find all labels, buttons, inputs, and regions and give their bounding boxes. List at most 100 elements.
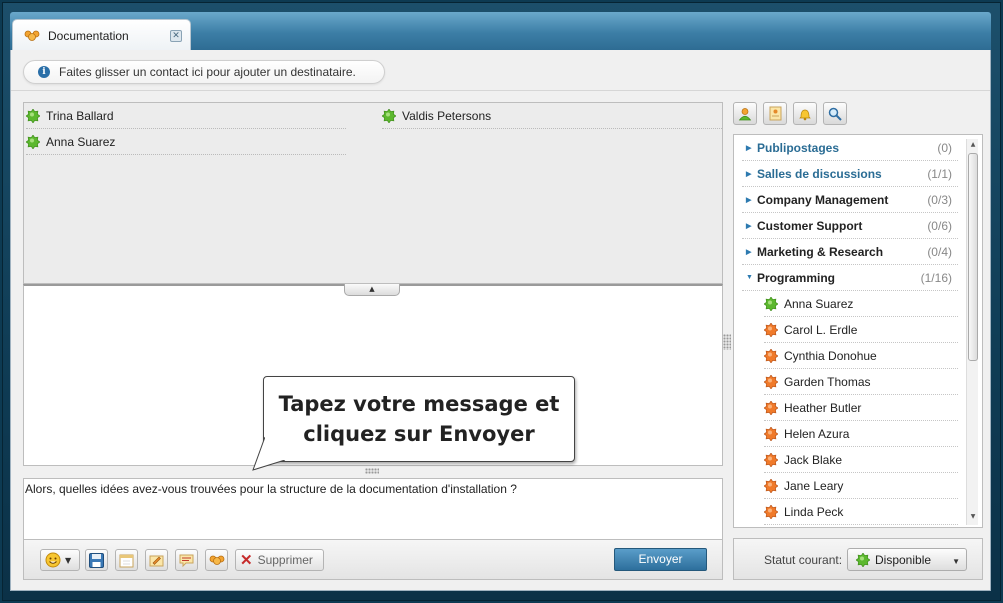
group-chat-icon (24, 30, 40, 41)
search-icon (828, 107, 842, 121)
tab-documentation[interactable]: Documentation ✕ (12, 19, 191, 51)
scrollbar[interactable]: ▲ ▼ (966, 139, 978, 525)
recipient-name: Anna Suarez (46, 134, 116, 149)
group-name: Customer Support (757, 218, 863, 233)
chevron-right-icon: ▶ (746, 248, 752, 256)
message-input[interactable]: Alors, quelles idées avez-vous trouvées … (23, 478, 723, 540)
status-select[interactable]: Disponible ▼ (847, 548, 967, 571)
group-count: (0/3) (927, 192, 952, 207)
delete-x-icon: ✕ (240, 552, 253, 569)
search-button[interactable] (823, 102, 847, 125)
group-item[interactable]: ▶ Salles de discussions (1/1) (742, 161, 958, 187)
contact-name: Helen Azura (784, 426, 850, 441)
contact-item[interactable]: Cynthia Donohue (764, 343, 958, 369)
contact-item[interactable]: Jane Leary (764, 473, 958, 499)
calendar-button[interactable] (115, 549, 138, 571)
contact-name: Cynthia Donohue (784, 348, 877, 363)
speech-bubble-icon (179, 554, 194, 567)
contact-item[interactable]: Jack Blake (764, 447, 958, 473)
close-icon[interactable]: ✕ (170, 30, 182, 42)
group-count: (1/16) (920, 270, 952, 285)
invite-participants-button[interactable] (205, 549, 228, 571)
save-button[interactable] (85, 549, 108, 571)
group-item[interactable]: ▶ Customer Support (0/6) (742, 213, 958, 239)
group-icon (209, 555, 224, 565)
calendar-icon (119, 554, 134, 567)
group-count: (0) (937, 140, 952, 155)
info-bar: i Faites glisser un contact ici pour ajo… (23, 60, 385, 84)
status-offline-icon (764, 452, 778, 467)
status-offline-icon (764, 348, 778, 363)
status-offline-icon (764, 400, 778, 415)
help-tooltip: Tapez votre message et cliquez sur Envoy… (263, 376, 575, 462)
recipient-name: Trina Ballard (46, 108, 114, 123)
status-bar: Statut courant: Disponible ▼ (733, 538, 983, 580)
chevron-right-icon: ▶ (746, 196, 752, 204)
contact-name: Jack Blake (784, 452, 843, 467)
divider (11, 90, 990, 91)
quick-reply-button[interactable] (175, 549, 198, 571)
scroll-up-icon[interactable]: ▲ (968, 141, 978, 151)
notifications-button[interactable] (793, 102, 817, 125)
contact-item[interactable]: Garden Thomas (764, 369, 958, 395)
recipient-item[interactable]: Trina Ballard (26, 103, 346, 129)
contact-name: Linda Peck (784, 504, 844, 519)
signature-button[interactable] (145, 549, 168, 571)
contact-list: ▶ Publipostages (0) ▶ Salles de discussi… (733, 134, 983, 528)
address-book-icon (769, 106, 781, 121)
status-offline-icon (764, 322, 778, 337)
group-name: Programming (757, 270, 836, 285)
group-item[interactable]: ▶ Company Management (0/3) (742, 187, 958, 213)
chevron-down-icon: ▼ (65, 555, 72, 565)
collapse-handle[interactable]: ▲ (344, 284, 400, 296)
pencil-sign-icon (149, 555, 164, 566)
status-label: Statut courant: (764, 553, 843, 567)
panel-splitter[interactable] (723, 334, 731, 350)
contact-item[interactable]: Carol L. Erdle (764, 317, 958, 343)
chevron-right-icon: ▶ (746, 222, 752, 230)
status-online-icon (856, 552, 870, 567)
recipient-item[interactable]: Anna Suarez (26, 129, 346, 155)
info-icon: i (38, 66, 50, 78)
recipients-panel[interactable]: Trina Ballard Valdis Petersons Anna Suar… (23, 102, 723, 284)
group-item[interactable]: ▶ Marketing & Research (0/4) (742, 239, 958, 265)
main-content: i Faites glisser un contact ici pour ajo… (10, 50, 991, 591)
send-button[interactable]: Envoyer (614, 548, 707, 571)
contact-item[interactable]: Linda Peck (764, 499, 958, 525)
group-count: (0/4) (927, 244, 952, 259)
floppy-disk-icon (89, 552, 104, 568)
contact-item[interactable]: Helen Azura (764, 421, 958, 447)
contact-name: Anna Suarez (784, 296, 854, 311)
tooltip-tail (252, 436, 287, 471)
recipient-name: Valdis Petersons (402, 108, 492, 123)
status-offline-icon (764, 426, 778, 441)
tooltip-line-2: cliquez sur Envoyer (303, 422, 535, 446)
group-name: Company Management (757, 192, 889, 207)
contacts-toolbar (733, 102, 853, 126)
scroll-thumb[interactable] (968, 153, 978, 361)
status-online-icon (26, 108, 40, 123)
info-bar-text: Faites glisser un contact ici pour ajout… (59, 65, 356, 79)
status-online-icon (382, 108, 396, 123)
delete-button-label: Supprimer (257, 553, 313, 567)
emoticon-button[interactable]: ▼ (40, 549, 80, 571)
contact-name: Garden Thomas (784, 374, 871, 389)
scroll-down-icon[interactable]: ▼ (968, 513, 978, 523)
contact-item[interactable]: Anna Suarez (764, 291, 958, 317)
resize-grip[interactable] (365, 468, 379, 474)
contact-name: Heather Butler (784, 400, 862, 415)
contacts-button[interactable] (733, 102, 757, 125)
tooltip-line-1: Tapez votre message et (278, 392, 560, 416)
group-item-expanded[interactable]: ▼ Programming (1/16) (742, 265, 958, 291)
smiley-icon (45, 552, 61, 568)
recipient-item[interactable]: Valdis Petersons (382, 103, 722, 129)
status-offline-icon (764, 504, 778, 519)
contact-name: Carol L. Erdle (784, 322, 858, 337)
status-online-icon (764, 296, 778, 311)
compose-toolbar: ▼ ✕ Supprimer Envoyer (23, 540, 723, 580)
address-book-button[interactable] (763, 102, 787, 125)
group-item[interactable]: ▶ Publipostages (0) (742, 135, 958, 161)
contact-item[interactable]: Heather Butler (764, 395, 958, 421)
delete-button[interactable]: ✕ Supprimer (235, 549, 324, 571)
chevron-right-icon: ▶ (746, 144, 752, 152)
